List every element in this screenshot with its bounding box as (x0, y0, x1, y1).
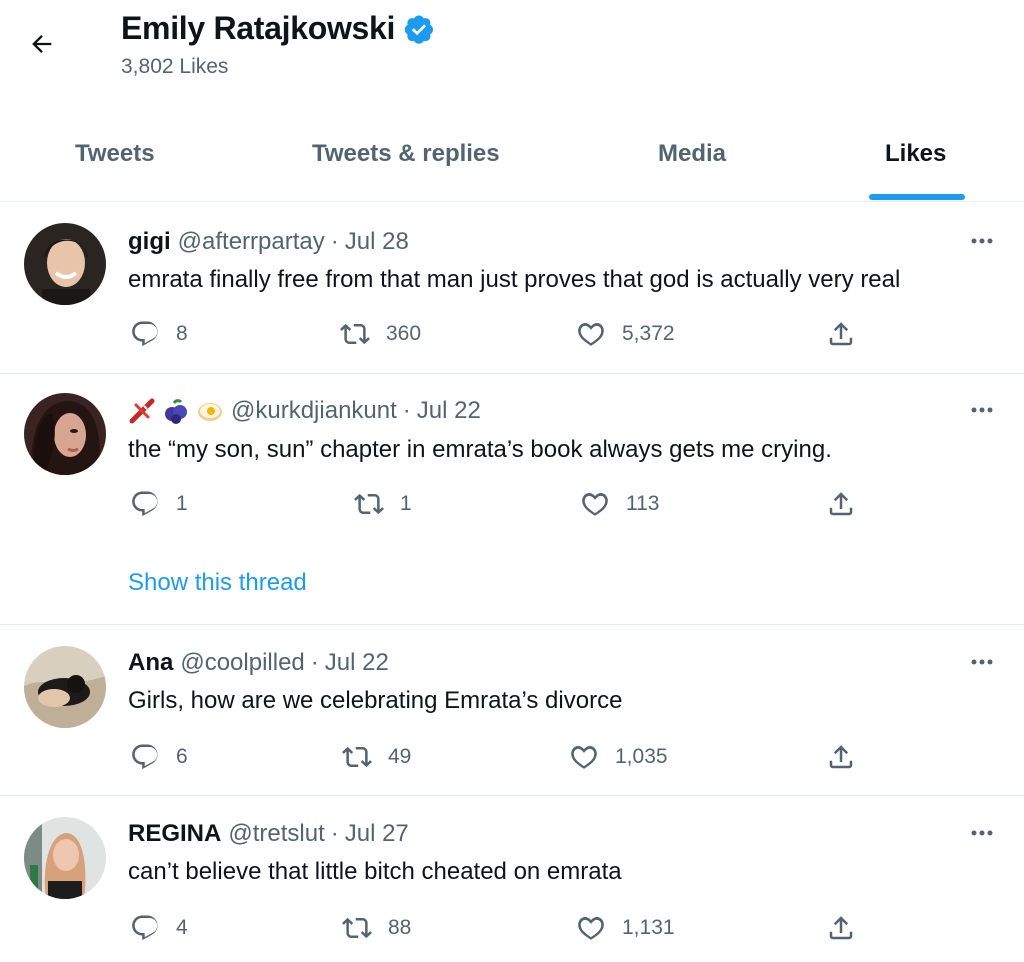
more-icon[interactable] (965, 398, 999, 422)
reply-button[interactable]: 6 (130, 742, 188, 772)
like-button[interactable]: 113 (580, 489, 659, 519)
profile-title-row: Emily Ratajkowski (121, 10, 435, 47)
retweet-icon (354, 493, 384, 515)
retweet-button[interactable]: 360 (340, 319, 421, 349)
egg-emoji (198, 403, 222, 421)
back-arrow-icon[interactable] (26, 28, 58, 60)
author-name-emojis[interactable] (128, 397, 224, 425)
tweet-item[interactable]: Ana @coolpilled · Jul 22 Girls, how are … (0, 625, 1024, 796)
tweet-text: emrata finally free from that man just p… (128, 266, 901, 293)
share-icon[interactable] (826, 742, 856, 772)
retweet-count: 88 (388, 916, 412, 939)
reply-icon (132, 915, 158, 941)
author-handle[interactable]: @tretslut (228, 820, 324, 848)
more-icon[interactable] (965, 821, 999, 845)
verified-badge-icon (404, 15, 434, 44)
tab-media[interactable]: Media (658, 140, 726, 168)
avatar[interactable] (24, 817, 106, 899)
author-name[interactable]: Ana (128, 649, 173, 677)
show-thread-link[interactable]: Show this thread (128, 569, 307, 597)
avatar[interactable] (24, 223, 106, 305)
heart-icon (571, 745, 597, 769)
tweet-item[interactable]: @kurkdjiankunt · Jul 22 the “my son, sun… (0, 374, 1024, 625)
tweet-date[interactable]: Jul 22 (325, 649, 389, 677)
reply-count: 1 (176, 492, 188, 515)
tweet-text: Girls, how are we celebrating Emrata’s d… (128, 687, 623, 714)
likes-count: 3,802 Likes (121, 55, 229, 78)
tab-likes[interactable]: Likes (885, 140, 946, 168)
author-handle[interactable]: @kurkdjiankunt (231, 397, 397, 425)
tweet-header: @kurkdjiankunt · Jul 22 (128, 397, 481, 425)
reply-button[interactable]: 8 (130, 319, 188, 349)
plane-emoji (129, 398, 155, 424)
retweet-icon (342, 746, 372, 768)
retweet-count: 1 (400, 492, 412, 515)
separator-dot: · (402, 397, 411, 424)
tab-tweets[interactable]: Tweets (75, 140, 155, 168)
tweet-header: REGINA @tretslut · Jul 27 (128, 820, 409, 848)
like-button[interactable]: 1,035 (569, 742, 668, 772)
profile-name: Emily Ratajkowski (121, 10, 396, 46)
retweet-count: 360 (386, 322, 422, 345)
more-icon[interactable] (965, 650, 999, 674)
share-icon[interactable] (826, 489, 856, 519)
avatar[interactable] (24, 393, 106, 475)
author-name[interactable]: gigi (128, 228, 171, 256)
active-tab-indicator (869, 194, 965, 200)
share-icon[interactable] (826, 319, 856, 349)
more-icon[interactable] (965, 229, 999, 253)
reply-count: 8 (176, 322, 188, 345)
tweet-text: can’t believe that little bitch cheated … (128, 858, 622, 885)
heart-icon (578, 322, 604, 346)
blueberries-emoji (165, 399, 187, 424)
share-icon[interactable] (826, 913, 856, 943)
like-button[interactable]: 5,372 (576, 319, 675, 349)
tweet-header: Ana @coolpilled · Jul 22 (128, 649, 389, 677)
author-name[interactable]: REGINA (128, 820, 221, 848)
reply-count: 6 (176, 745, 188, 768)
like-count: 113 (626, 492, 660, 515)
tweet-date[interactable]: Jul 22 (417, 397, 481, 425)
separator-dot: · (330, 820, 339, 847)
heart-icon (582, 492, 608, 516)
like-count: 5,372 (622, 322, 675, 345)
heart-icon (578, 916, 604, 940)
tweet-date[interactable]: Jul 28 (345, 228, 409, 256)
retweet-button[interactable]: 88 (342, 913, 411, 943)
profile-tabs: Tweets Tweets & replies Media Likes (0, 118, 1024, 202)
retweet-button[interactable]: 49 (342, 742, 411, 772)
profile-header: Emily Ratajkowski 3,802 Likes (0, 0, 1024, 100)
tweet-date[interactable]: Jul 27 (345, 820, 409, 848)
tweet-item[interactable]: gigi @afterrpartay · Jul 28 emrata final… (0, 202, 1024, 374)
tweet-header: gigi @afterrpartay · Jul 28 (128, 228, 409, 256)
reply-count: 4 (176, 916, 188, 939)
avatar[interactable] (24, 646, 106, 728)
tab-tweets-replies[interactable]: Tweets & replies (312, 140, 500, 168)
tweet-text: the “my son, sun” chapter in emrata’s bo… (128, 436, 832, 463)
like-count: 1,035 (615, 745, 668, 768)
tweet-item[interactable]: REGINA @tretslut · Jul 27 can’t believe … (0, 796, 1024, 962)
retweet-button[interactable]: 1 (354, 489, 412, 519)
retweet-count: 49 (388, 745, 412, 768)
like-count: 1,131 (622, 916, 675, 939)
reply-button[interactable]: 1 (130, 489, 188, 519)
reply-icon (132, 491, 158, 517)
separator-dot: · (310, 649, 319, 676)
reply-icon (132, 321, 158, 347)
retweet-icon (342, 917, 372, 939)
author-handle[interactable]: @coolpilled (180, 649, 304, 677)
retweet-icon (340, 323, 370, 345)
like-button[interactable]: 1,131 (576, 913, 675, 943)
separator-dot: · (330, 228, 339, 255)
reply-icon (132, 744, 158, 770)
reply-button[interactable]: 4 (130, 913, 188, 943)
author-handle[interactable]: @afterrpartay (178, 228, 325, 256)
